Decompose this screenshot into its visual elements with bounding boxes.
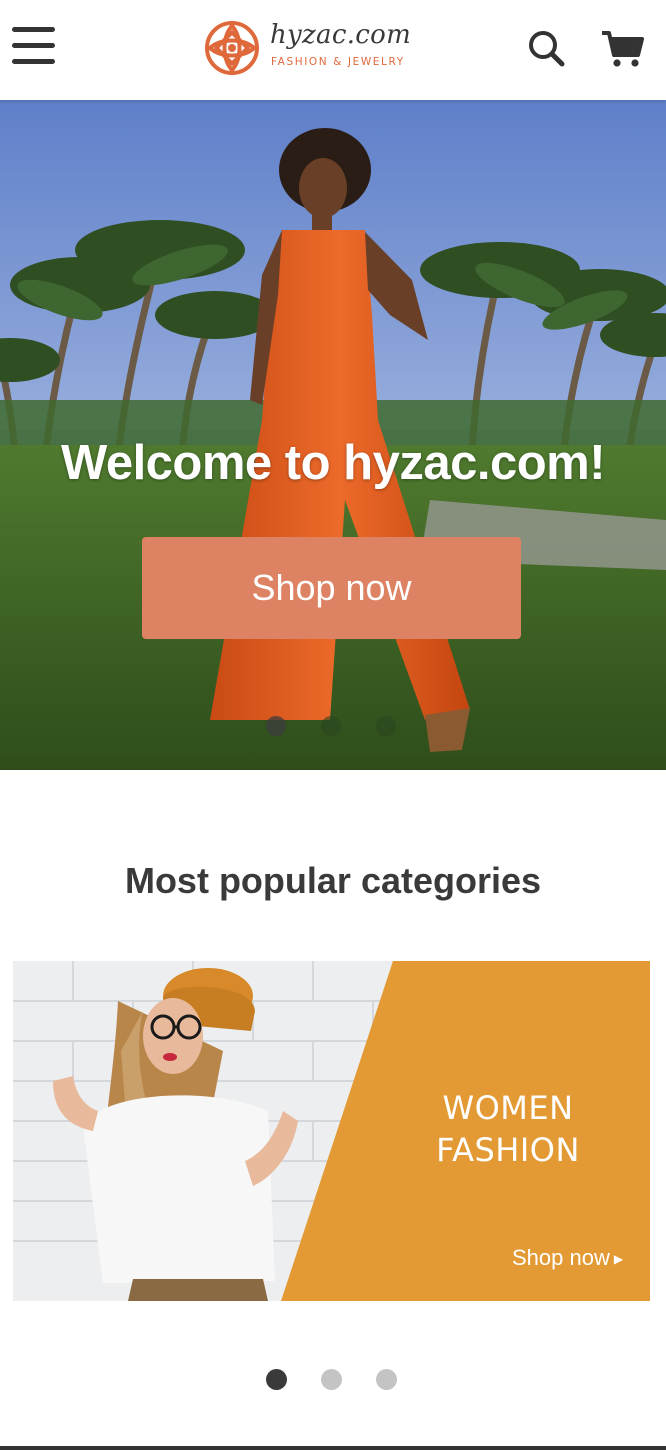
category-title-line2: FASHION (436, 1131, 580, 1169)
category-dot-3[interactable] (376, 1369, 397, 1390)
site-logo[interactable]: hyzac.com FASHION & JEWELRY (202, 16, 412, 78)
hero-title: Welcome to hyzac.com! (60, 436, 606, 490)
hero-banner: Welcome to hyzac.com! Shop now (0, 100, 666, 770)
category-title: WOMEN FASHION (393, 1087, 623, 1171)
hero-dot-2[interactable] (321, 716, 341, 736)
hero-shop-now-button[interactable]: Shop now (142, 537, 521, 639)
category-carousel-dots (0, 1369, 666, 1391)
hamburger-menu-icon[interactable] (12, 25, 56, 67)
category-shop-now-link[interactable]: Shop now ▶ (512, 1245, 623, 1271)
category-dot-2[interactable] (321, 1369, 342, 1390)
logo-tagline: FASHION & JEWELRY (271, 56, 405, 68)
hero-dot-3[interactable] (376, 716, 396, 736)
category-card-women-fashion[interactable]: WOMEN FASHION Shop now ▶ (13, 961, 650, 1301)
cart-icon[interactable] (600, 28, 644, 68)
hero-carousel-dots (0, 716, 666, 736)
bottom-divider (0, 1446, 666, 1450)
site-header: hyzac.com FASHION & JEWELRY (0, 0, 666, 100)
logo-knot-icon (205, 21, 259, 75)
category-title-line1: WOMEN (442, 1089, 574, 1127)
hero-dot-1[interactable] (266, 716, 286, 736)
search-icon[interactable] (526, 28, 566, 68)
arrow-right-icon: ▶ (613, 1252, 624, 1267)
logo-name: hyzac.com (270, 20, 412, 50)
category-dot-1[interactable] (266, 1369, 287, 1390)
section-title: Most popular categories (124, 860, 542, 901)
category-shop-now-label: Shop now (512, 1245, 610, 1270)
